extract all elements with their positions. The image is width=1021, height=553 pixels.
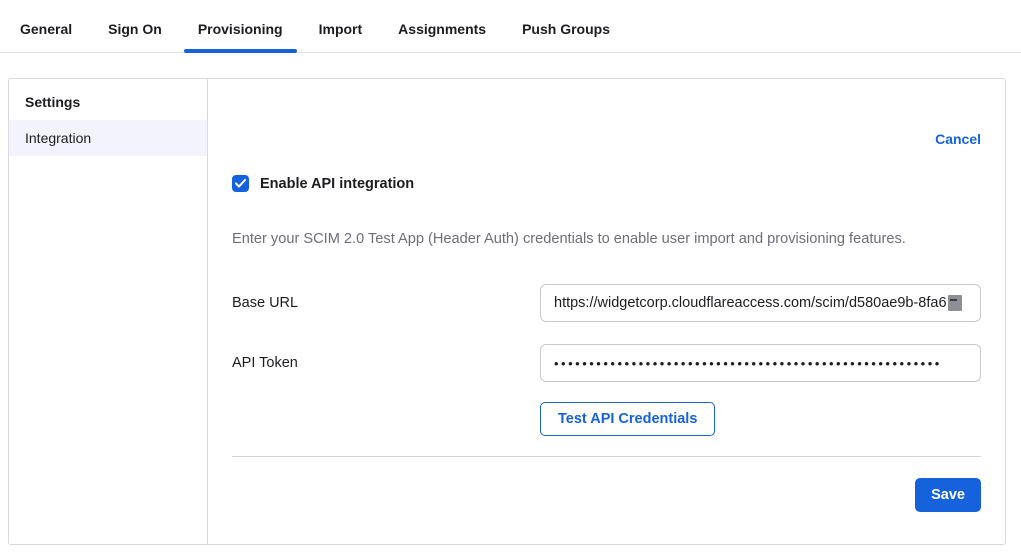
checkmark-icon	[235, 179, 246, 188]
base-url-value: https://widgetcorp.cloudflareaccess.com/…	[554, 295, 947, 311]
app-tab-bar: General Sign On Provisioning Import Assi…	[0, 0, 1021, 53]
tab-push-groups[interactable]: Push Groups	[508, 0, 624, 52]
text-selection-artifact	[948, 295, 962, 311]
test-credentials-row: Test API Credentials	[540, 402, 981, 436]
cancel-link[interactable]: Cancel	[935, 131, 981, 147]
base-url-input[interactable]: https://widgetcorp.cloudflareaccess.com/…	[540, 284, 981, 322]
api-token-masked-value: ••••••••••••••••••••••••••••••••••••••••…	[554, 356, 942, 371]
base-url-label: Base URL	[232, 295, 540, 311]
enable-api-integration-row: Enable API integration	[232, 175, 981, 192]
tab-provisioning[interactable]: Provisioning	[184, 0, 297, 52]
save-row: Save	[232, 478, 981, 512]
credentials-description: Enter your SCIM 2.0 Test App (Header Aut…	[232, 231, 981, 247]
tab-assignments[interactable]: Assignments	[384, 0, 500, 52]
api-token-field-row: API Token ••••••••••••••••••••••••••••••…	[232, 344, 981, 382]
footer-divider	[232, 456, 981, 457]
integration-settings-form: Cancel Enable API integration Enter your…	[208, 79, 1005, 544]
test-api-credentials-button[interactable]: Test API Credentials	[540, 402, 715, 436]
api-token-input[interactable]: ••••••••••••••••••••••••••••••••••••••••…	[540, 344, 981, 382]
tab-general[interactable]: General	[6, 0, 86, 52]
base-url-field-row: Base URL https://widgetcorp.cloudflareac…	[232, 284, 981, 322]
tab-import[interactable]: Import	[305, 0, 377, 52]
cancel-row: Cancel	[232, 131, 981, 147]
api-token-label: API Token	[232, 355, 540, 371]
save-button[interactable]: Save	[915, 478, 981, 512]
tab-sign-on[interactable]: Sign On	[94, 0, 176, 52]
sidebar-item-integration[interactable]: Integration	[9, 120, 207, 156]
settings-sidebar: Settings Integration	[9, 79, 208, 544]
enable-api-integration-checkbox[interactable]	[232, 175, 249, 192]
sidebar-header: Settings	[9, 79, 207, 120]
provisioning-panel: Settings Integration Cancel Enable API i…	[8, 78, 1006, 545]
enable-api-integration-label: Enable API integration	[260, 176, 414, 192]
